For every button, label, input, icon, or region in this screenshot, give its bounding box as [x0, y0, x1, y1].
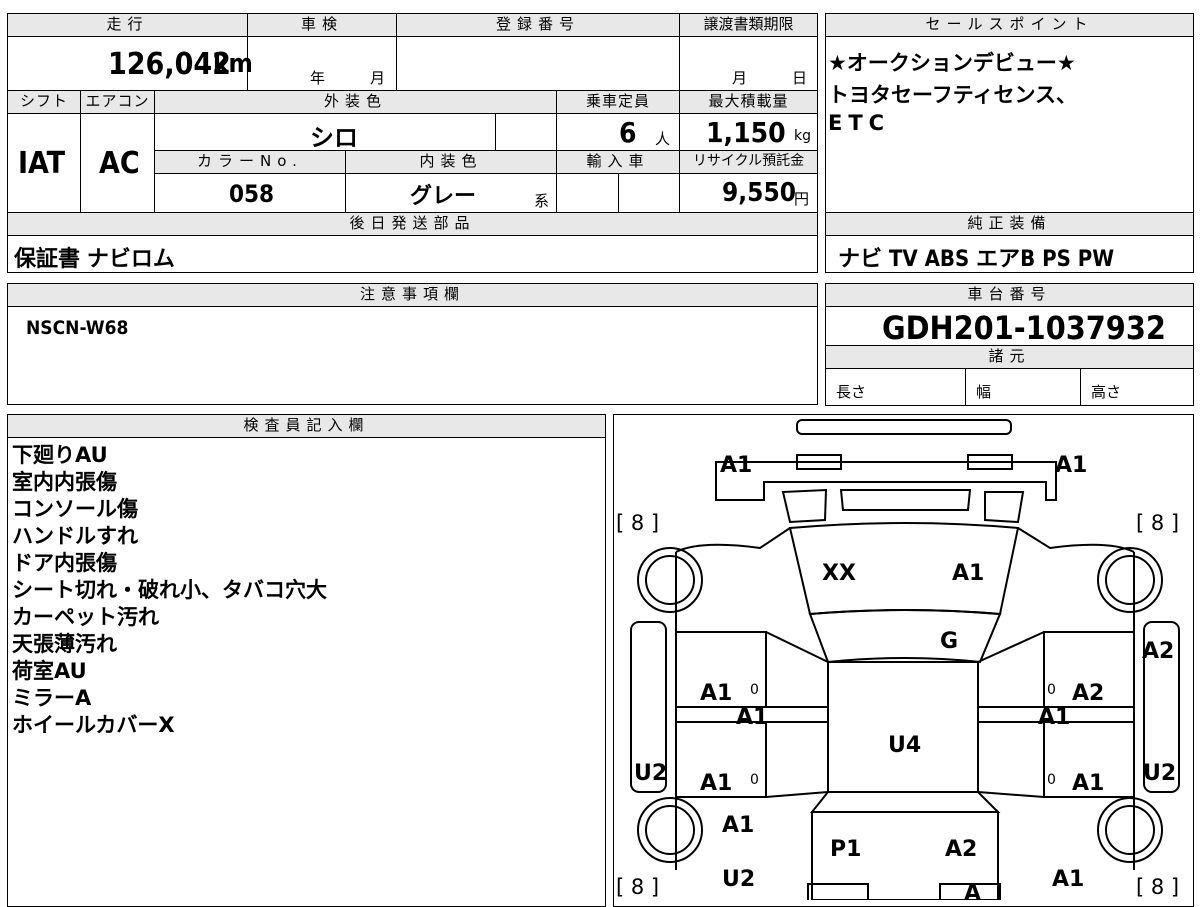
- tire-label-rr: [ 8 ]: [1136, 875, 1179, 899]
- label-door-fl: A1: [700, 681, 732, 706]
- car-diagram: A1 A1 XX A1 G A2 A1 A2 A1 A1 U4 A1 A1 U2…: [616, 419, 1180, 900]
- tire-label-fl: [ 8 ]: [616, 511, 659, 535]
- label-rear-left: P1: [830, 837, 861, 862]
- tire-label-rl: [ 8 ]: [616, 875, 659, 899]
- mark-rr: 0: [1047, 772, 1056, 788]
- label-side-l: U2: [634, 761, 667, 786]
- front-bumper-shape: [796, 419, 1012, 435]
- label-front-left: A1: [720, 453, 752, 478]
- cowl: [808, 609, 1002, 664]
- tire-label-fr: [ 8 ]: [1136, 511, 1179, 535]
- label-pillar-r: A1: [1038, 705, 1070, 730]
- label-quarter-l: A1: [722, 813, 754, 838]
- label-rear-right: A2: [945, 837, 977, 862]
- label-bottom-l: U2: [722, 867, 755, 892]
- tire-fr: [1097, 547, 1163, 613]
- hood-shape: [781, 488, 828, 524]
- label-side-r: U2: [1143, 761, 1176, 786]
- tire-fl: [637, 547, 703, 613]
- label-front-right: A1: [1055, 453, 1087, 478]
- label-cowl: G: [940, 629, 958, 654]
- label-door-fr: A2: [1072, 681, 1104, 706]
- mark-fr: 0: [1047, 682, 1056, 698]
- tire-rl: [637, 797, 703, 863]
- label-windshield-left: XX: [822, 561, 856, 586]
- mark-rl: 0: [750, 772, 759, 788]
- label-door-rl: A1: [700, 771, 732, 796]
- roof: [827, 661, 979, 793]
- label-windshield-right: A1: [952, 561, 984, 586]
- hood-shape-r: [984, 491, 1025, 524]
- mark-fl: 0: [750, 682, 759, 698]
- hood-shape-c: [839, 489, 972, 511]
- tire-rr: [1097, 797, 1163, 863]
- label-pillar-l: A1: [736, 705, 768, 730]
- rear-window: [809, 791, 1001, 813]
- label-roof: U4: [888, 733, 921, 758]
- front-outline: [715, 461, 1057, 501]
- label-rear-bumper: A: [964, 881, 981, 900]
- rear-bumper-shape: [807, 883, 869, 900]
- label-fender-right: A2: [1142, 639, 1174, 664]
- label-door-rr: A1: [1072, 771, 1104, 796]
- label-bottom-r: A1: [1052, 867, 1084, 892]
